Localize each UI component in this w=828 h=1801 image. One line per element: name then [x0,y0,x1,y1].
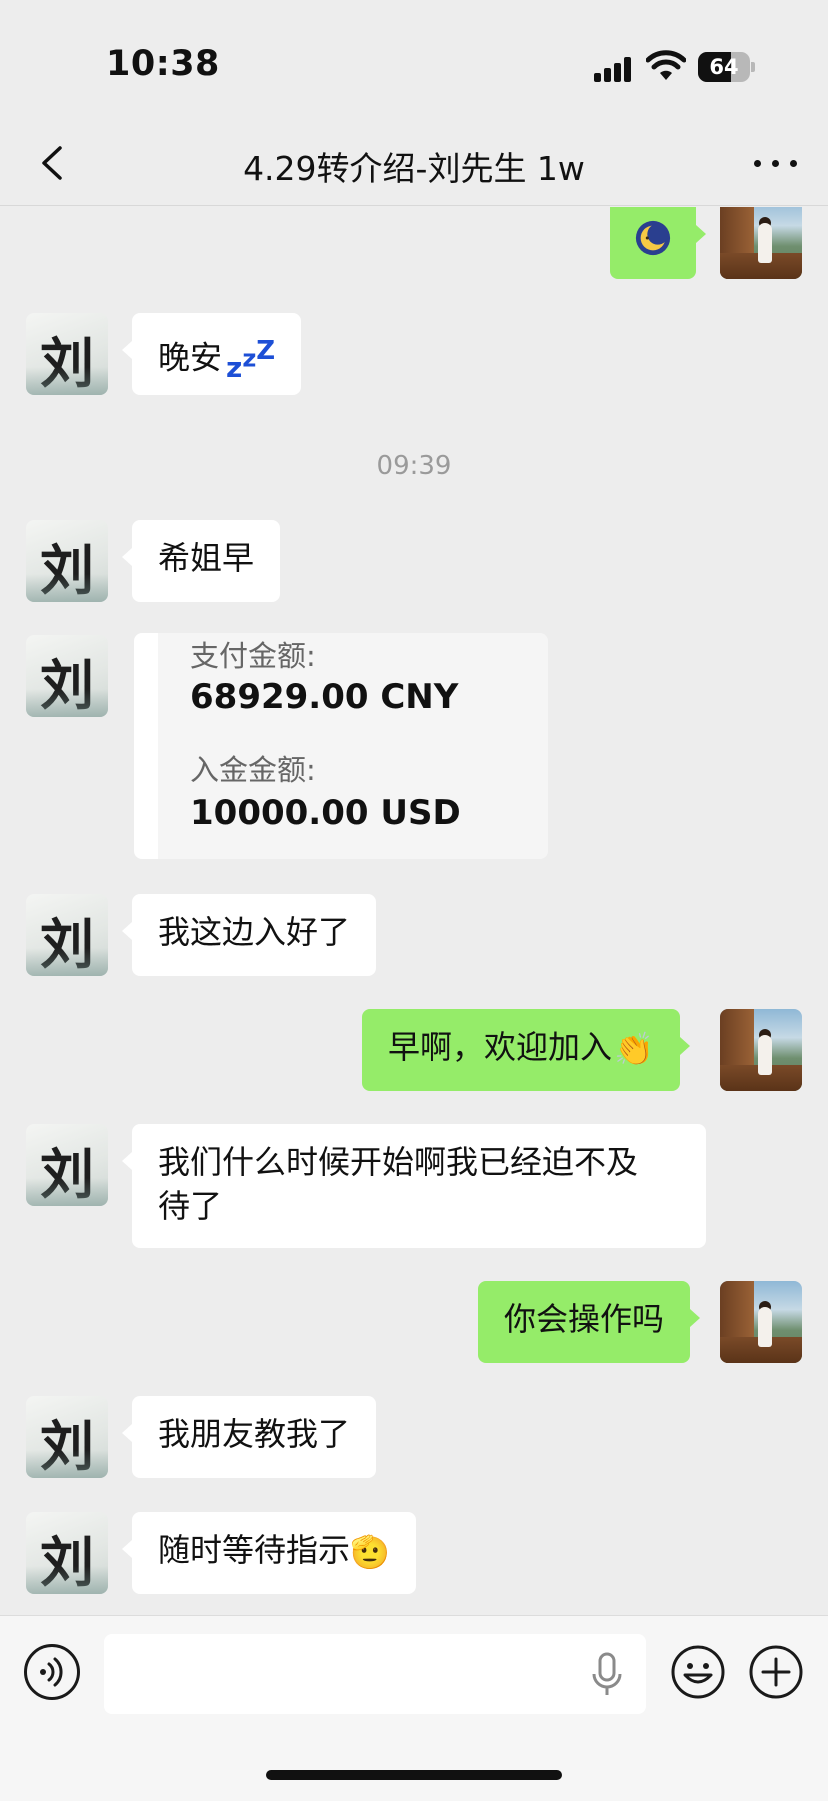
cellular-signal-icon [594,56,634,82]
message-input[interactable] [104,1634,646,1714]
contact-avatar[interactable]: 刘 [26,520,108,602]
message-bubble-sent[interactable]: 早啊，欢迎加入👏 [362,1009,690,1091]
message-bubble-received[interactable]: 我们什么时候开始啊我已经迫不及 待了 [122,1124,706,1248]
deposit-amount-label: 入金金额: [190,753,316,787]
contact-avatar[interactable]: 刘 [26,1396,108,1478]
moon-face-emoji [635,220,671,256]
message-bubble-received[interactable]: 晚安 zzZ [121,313,302,395]
battery-icon: 64 [698,52,755,82]
contact-avatar[interactable]: 刘 [26,313,108,395]
emoji-button[interactable] [670,1644,726,1700]
home-indicator [266,1770,562,1780]
payment-amount-value: 68929.00 CNY [190,677,459,717]
more-options-button[interactable] [752,146,798,180]
battery-percentage: 64 [709,55,739,79]
message-text: 晚安 [158,338,223,377]
message-text: 早啊，欢迎加入 [388,1028,613,1066]
message-bubble-sent[interactable] [610,207,706,279]
message-timestamp: 09:39 [376,451,452,481]
payment-screenshot-image[interactable]: 支付金额: 68929.00 CNY 入金金额: 10000.00 USD [134,633,548,859]
message-text: 你会操作吗 [504,1300,665,1338]
message-text: 希姐早 [158,539,255,577]
message-bubble-received[interactable]: 我朋友教我了 [121,1396,377,1478]
deposit-amount-value: 10000.00 USD [190,793,461,833]
message-text: 我这边入好了 [158,913,351,951]
message-list[interactable]: 刘 晚安 zzZ 09:39 刘 希姐早 刘 支付金额: 68929.00 CNY… [0,207,828,1615]
status-bar: 10:38 64 [0,0,828,120]
my-avatar[interactable] [720,1009,802,1091]
saluting-face-emoji: 🫡 [350,1533,390,1571]
chat-title: 4.29转介绍-刘先生 1w [243,149,585,188]
message-bubble-received[interactable]: 随时等待指示🫡 [122,1512,416,1594]
contact-avatar[interactable]: 刘 [26,1124,108,1206]
message-text: 我们什么时候开始啊我已经迫不及 [158,1143,639,1181]
contact-avatar[interactable]: 刘 [26,635,108,717]
message-bubble-sent[interactable]: 你会操作吗 [478,1281,701,1363]
my-avatar[interactable] [720,1281,802,1363]
voice-input-button[interactable] [24,1644,80,1700]
sleeping-zzz-emoji: zzZ [226,336,276,384]
chat-header: 4.29转介绍-刘先生 1w [0,120,828,206]
message-bubble-received[interactable]: 希姐早 [121,520,281,602]
my-avatar[interactable] [720,207,802,279]
message-bubble-received[interactable]: 我这边入好了 [121,894,377,976]
microphone-icon[interactable] [590,1652,624,1698]
wifi-icon [646,50,686,80]
message-text: 待了 [158,1187,223,1225]
contact-avatar[interactable]: 刘 [26,1512,108,1594]
payment-amount-label: 支付金额: [190,639,316,673]
voice-icon [40,1657,63,1687]
clapping-hands-emoji: 👏 [614,1030,654,1068]
message-text: 随时等待指示 [158,1531,351,1569]
message-text: 我朋友教我了 [158,1415,351,1453]
contact-avatar[interactable]: 刘 [26,894,108,976]
status-time: 10:38 [106,44,220,84]
plus-button[interactable] [748,1644,804,1700]
